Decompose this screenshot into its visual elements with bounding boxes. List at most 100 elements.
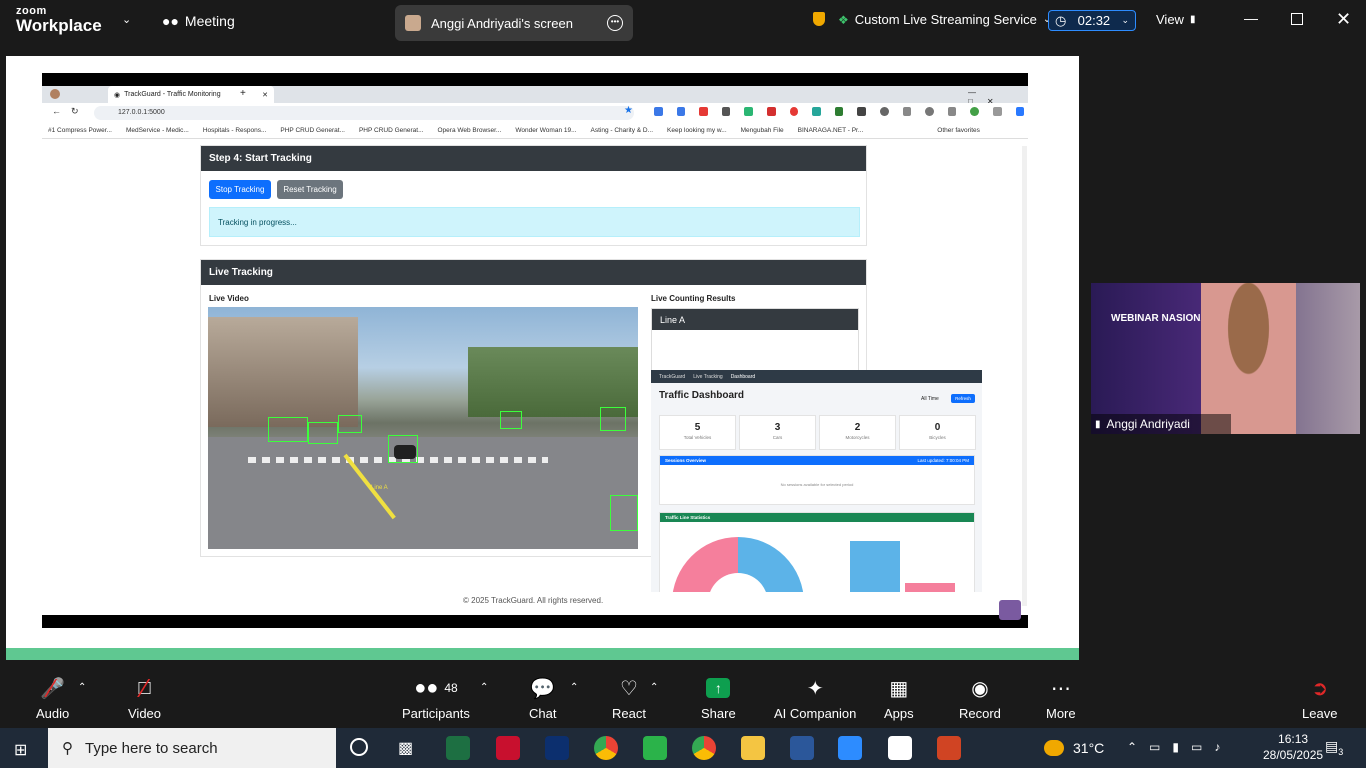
download-icon[interactable] <box>834 107 844 116</box>
more-label: More <box>1046 706 1076 721</box>
word-icon[interactable] <box>790 736 814 760</box>
more-options-icon[interactable]: ••• <box>607 15 623 31</box>
nav-live-tracking[interactable]: Live Tracking <box>693 374 722 380</box>
bookmark-item[interactable]: #1 Compress Power... <box>48 127 112 134</box>
participants-button[interactable]: ●● 48 Participants <box>402 676 470 722</box>
clock[interactable]: 16:13 28/05/2025 <box>1263 731 1323 763</box>
task-view-icon[interactable]: ▩ <box>398 738 413 758</box>
extension-icon[interactable] <box>676 107 686 116</box>
video-button[interactable]: □ ⁄ Video <box>128 673 161 722</box>
heart-icon: ♡ <box>620 677 638 700</box>
close-icon[interactable]: ✕ <box>1336 9 1351 30</box>
url-field[interactable]: 127.0.0.1:5000 <box>94 106 634 120</box>
bookmark-item[interactable]: Asting - Charity & D... <box>591 127 654 134</box>
menu-icon[interactable] <box>992 107 1002 116</box>
extension-icon[interactable] <box>812 107 821 116</box>
browser-tab[interactable]: ◉ TrackGuard - Traffic Monitoring ✕ <box>108 86 274 103</box>
record-button[interactable]: ◉ Record <box>959 676 1001 722</box>
bookmark-item[interactable]: Mengubah File <box>741 127 784 134</box>
nav-brand[interactable]: TrackGuard <box>659 374 685 380</box>
stop-tracking-button[interactable]: Stop Tracking <box>209 180 271 199</box>
bookmark-item[interactable]: PHP CRUD Generat... <box>280 127 345 134</box>
extension-icon[interactable] <box>744 107 753 116</box>
extensions-toolbar[interactable] <box>654 107 1025 119</box>
time-filter-select[interactable]: All Time <box>921 396 939 402</box>
cortana-icon[interactable] <box>350 738 368 756</box>
extension-icon[interactable] <box>789 107 799 116</box>
bookmark-item[interactable]: Other favorites <box>937 127 980 134</box>
security-shield-icon[interactable] <box>813 12 825 26</box>
new-tab-icon[interactable]: + <box>240 88 246 99</box>
temperature[interactable]: 31°C <box>1073 740 1104 756</box>
windows-start-icon[interactable]: ⊞ <box>14 740 27 760</box>
zoom-taskbar-icon[interactable] <box>838 736 862 760</box>
chat-button[interactable]: 💬 Chat <box>529 676 556 722</box>
live-streaming-menu[interactable]: ❖ Custom Live Streaming Service ⌄ <box>838 12 1051 27</box>
ai-companion-button[interactable]: ✦ AI Companion <box>774 676 856 722</box>
nav-arrows-icon[interactable]: ←↻ <box>52 106 89 117</box>
app-red-icon[interactable] <box>496 736 520 760</box>
chevron-up-icon[interactable]: ⌃ <box>480 682 488 693</box>
bookmark-item[interactable]: Keep looking my w... <box>667 127 727 134</box>
stat-card: 2 Motorcycles <box>819 415 896 450</box>
floating-app-icon[interactable] <box>999 600 1021 620</box>
system-tray-icons[interactable]: ⌃▭▮▭♪ <box>1127 740 1232 754</box>
bookmark-item[interactable]: Wonder Woman 19... <box>515 127 576 134</box>
chevron-up-icon[interactable]: ⌃ <box>78 682 86 693</box>
more-button[interactable]: ⋯ More <box>1046 676 1076 722</box>
app-green-icon[interactable] <box>643 736 667 760</box>
meeting-timer[interactable]: ◷ 02:32 ⌄ <box>1048 10 1136 31</box>
extension-icon[interactable] <box>857 107 866 116</box>
webinar-banner: WEBINAR NASIONAL <box>1111 313 1214 324</box>
taskbar-search[interactable]: ⚲ Type here to search <box>48 728 336 768</box>
audio-button[interactable]: 🎤 ⁄ Audio <box>36 673 69 722</box>
bookmark-item[interactable]: Hospitals - Respons... <box>203 127 267 134</box>
capcut-icon[interactable] <box>888 736 912 760</box>
favorites-icon[interactable] <box>902 107 912 116</box>
page-scrollbar[interactable] <box>1022 146 1027 606</box>
bookmark-star-icon[interactable]: ★ <box>624 105 633 116</box>
youtube-icon[interactable] <box>699 107 708 116</box>
reset-tracking-button[interactable]: Reset Tracking <box>277 180 343 199</box>
sessions-updated: Last updated: 7:00:04 PM <box>917 458 969 463</box>
view-menu[interactable]: View ▮ <box>1156 12 1195 27</box>
extensions-icon[interactable] <box>947 107 957 116</box>
file-explorer-icon[interactable] <box>741 736 765 760</box>
chevron-down-icon[interactable]: ⌄ <box>122 13 131 26</box>
notification-icon[interactable]: ▤3 <box>1325 738 1343 757</box>
screen-share-pill[interactable]: Anggi Andriyadi's screen ••• <box>395 5 633 41</box>
bookmark-item[interactable]: PHP CRUD Generat... <box>359 127 424 134</box>
bookmark-item[interactable]: MedService - Medic... <box>126 127 189 134</box>
meeting-menu[interactable]: ●● Meeting <box>162 13 235 29</box>
react-button[interactable]: ♡ React <box>612 676 646 722</box>
chevron-up-icon[interactable]: ⌃ <box>570 682 578 693</box>
extension-icon[interactable] <box>766 107 776 116</box>
minimize-icon[interactable]: — <box>1244 10 1258 26</box>
chevron-up-icon[interactable]: ⌃ <box>650 682 658 693</box>
refresh-button[interactable]: Refresh <box>951 394 975 403</box>
share-button[interactable]: ↑ Share <box>701 676 736 721</box>
apps-button[interactable]: ▦ Apps <box>884 676 914 722</box>
nav-dashboard[interactable]: Dashboard <box>731 374 755 380</box>
extension-icon[interactable] <box>970 107 979 116</box>
share-label: Share <box>701 706 736 721</box>
copilot-icon[interactable] <box>1015 107 1025 116</box>
bookmark-item[interactable]: Opera Web Browser... <box>438 127 502 134</box>
profile-avatar[interactable] <box>50 89 60 99</box>
chrome-profile-icon[interactable] <box>692 736 716 760</box>
photoshop-icon[interactable] <box>545 736 569 760</box>
excel-icon[interactable] <box>446 736 470 760</box>
chrome-icon[interactable] <box>594 736 618 760</box>
extension-icon[interactable] <box>721 107 731 116</box>
powerpoint-icon[interactable] <box>937 736 961 760</box>
maximize-icon[interactable] <box>1291 13 1303 25</box>
detection-box <box>338 415 362 433</box>
refresh-icon[interactable] <box>879 107 889 116</box>
close-tab-icon[interactable]: ✕ <box>262 91 268 99</box>
weather-icon[interactable] <box>1044 740 1064 756</box>
bookmark-item[interactable]: BINARAGA.NET - Pr... <box>798 127 864 134</box>
history-icon[interactable] <box>925 107 934 116</box>
extension-icon[interactable] <box>654 107 663 116</box>
participant-video[interactable]: WEBINAR NASIONAL ▮ Anggi Andriyadi <box>1091 283 1360 434</box>
leave-button[interactable]: ➲ Leave <box>1302 676 1337 722</box>
